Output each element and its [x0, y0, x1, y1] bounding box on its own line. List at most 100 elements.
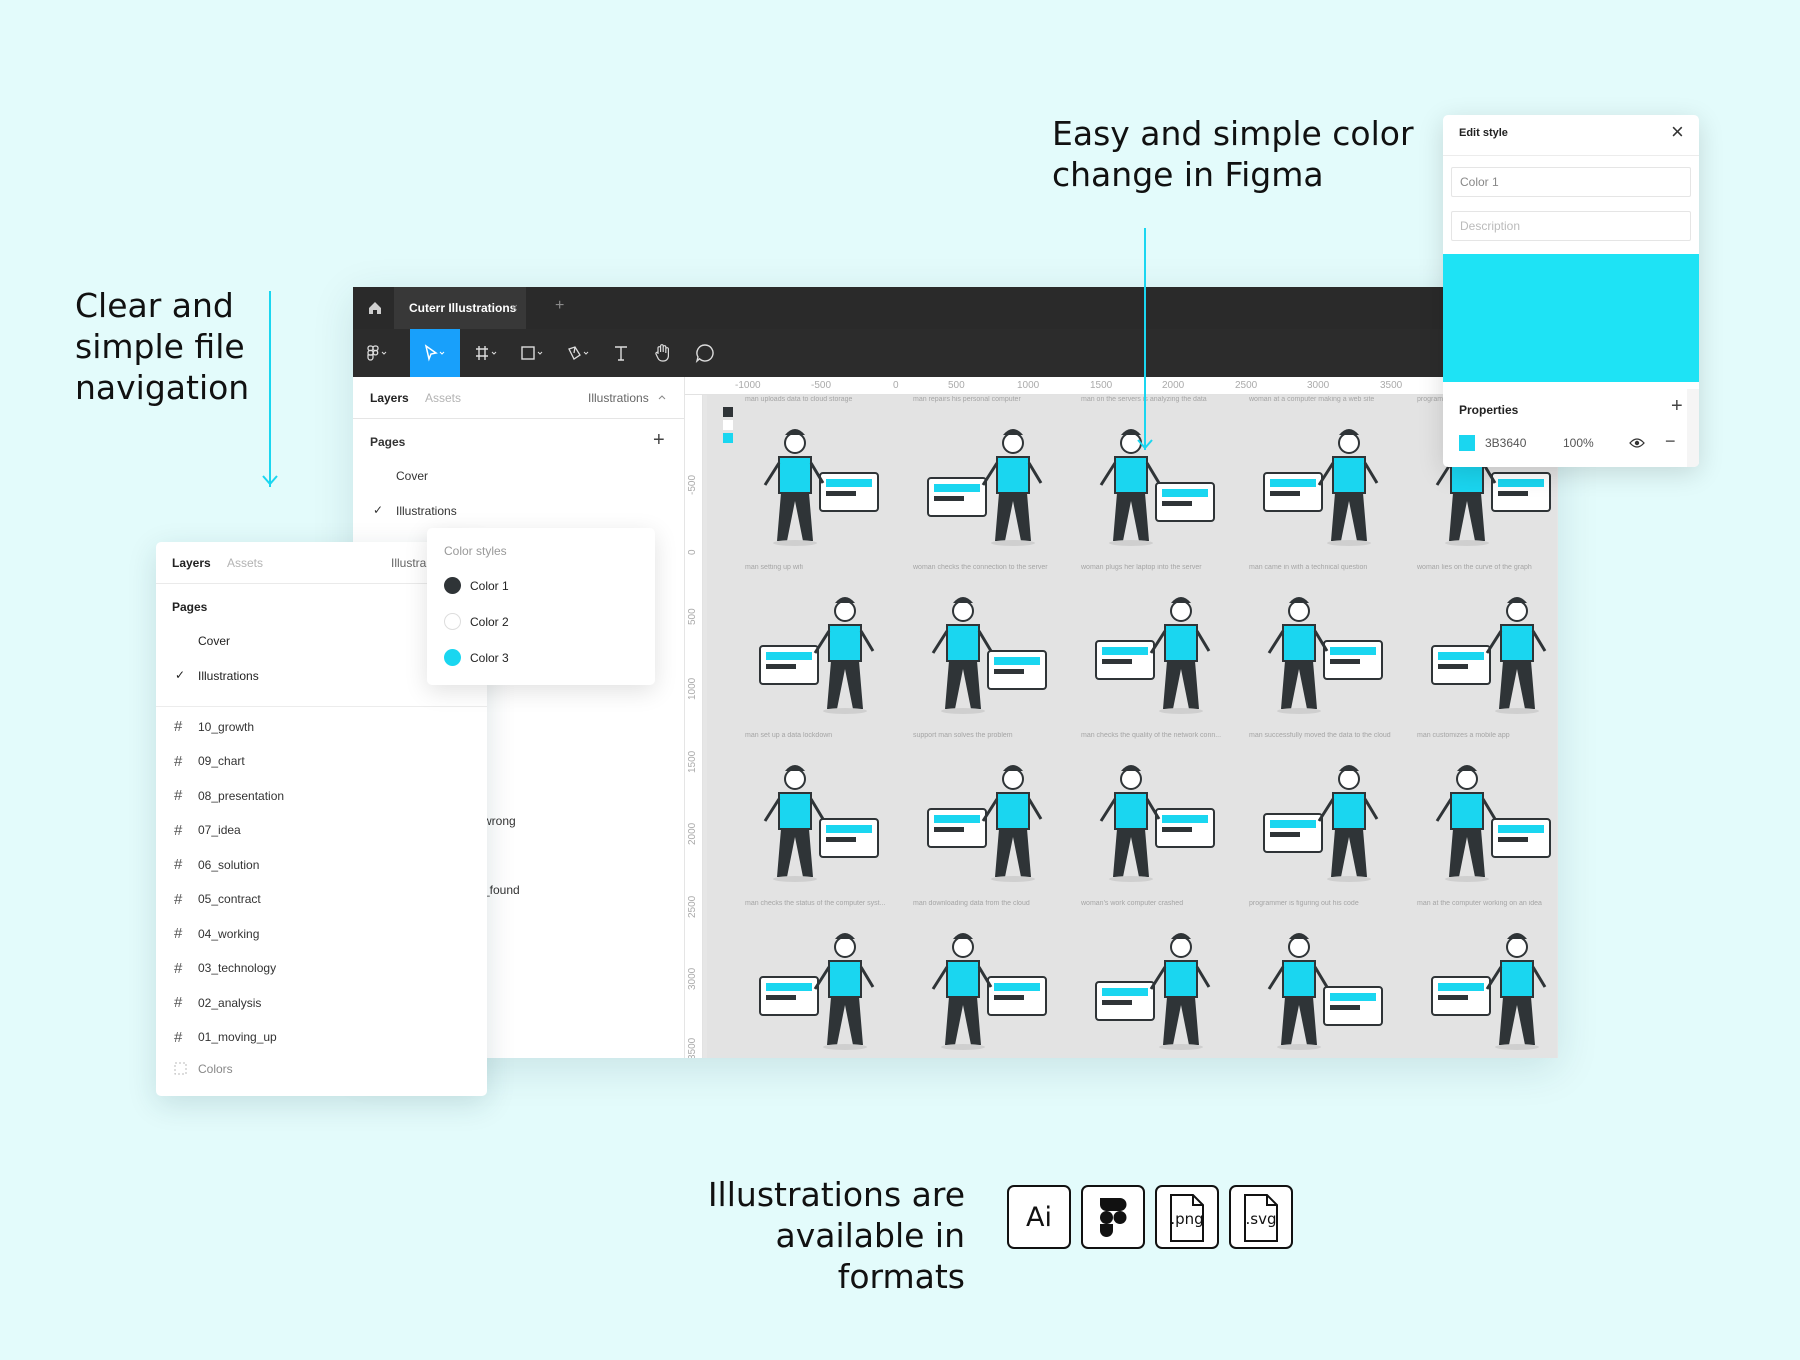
- layer-item-frame[interactable]: #08_presentation: [174, 787, 284, 804]
- layers-tab[interactable]: Layers: [172, 556, 211, 570]
- ai-format-badge: Ai: [1007, 1185, 1071, 1249]
- color-change-arrow: [1144, 228, 1146, 450]
- layer-item-frame[interactable]: #04_working: [174, 925, 259, 942]
- color-style-item[interactable]: Color 3: [444, 649, 509, 666]
- page-item-cover[interactable]: Cover: [396, 469, 428, 483]
- illustration[interactable]: [1254, 749, 1404, 889]
- illustration[interactable]: [750, 581, 900, 721]
- close-icon[interactable]: ×: [1671, 119, 1684, 145]
- page-item-cover[interactable]: Cover: [198, 634, 230, 648]
- ruler-tick: -500: [687, 474, 698, 495]
- edit-style-title: Edit style: [1459, 127, 1508, 139]
- layer-item-colors[interactable]: Colors: [174, 1062, 233, 1076]
- layer-item-found[interactable]: _found: [483, 883, 520, 897]
- page-check-icon: ✓: [175, 668, 186, 682]
- layer-item-frame[interactable]: #07_idea: [174, 822, 241, 839]
- illustration-caption: man checks the quality of the network co…: [1081, 732, 1222, 739]
- home-icon[interactable]: [367, 300, 383, 316]
- tab-close-icon[interactable]: ×: [510, 287, 518, 329]
- illustration[interactable]: [1422, 749, 1558, 889]
- layer-name: 06_solution: [198, 857, 260, 872]
- fill-swatch[interactable]: [1459, 435, 1475, 451]
- color-style-item[interactable]: Color 1: [444, 577, 509, 594]
- figma-menu-icon: [367, 345, 387, 361]
- page-item-illustrations[interactable]: Illustrations: [198, 669, 259, 683]
- fill-hex-value[interactable]: 3B3640: [1485, 436, 1526, 450]
- illustration[interactable]: [750, 749, 900, 889]
- illustration[interactable]: [1254, 413, 1404, 553]
- frame-hash-icon: #: [174, 856, 183, 873]
- illustration-caption: man on the servers is analyzing the data: [1081, 396, 1207, 403]
- illustration[interactable]: [750, 413, 900, 553]
- page-item-illustrations[interactable]: Illustrations: [396, 504, 457, 518]
- illustration-caption: man at the computer working on an idea: [1417, 900, 1542, 907]
- text-tool[interactable]: [601, 329, 641, 377]
- page-switcher[interactable]: Illustra: [391, 556, 426, 570]
- style-name-input[interactable]: Color 1: [1451, 167, 1691, 197]
- layer-name: 09_chart: [198, 754, 245, 768]
- illustration[interactable]: [1254, 581, 1404, 721]
- frame-hash-icon: #: [174, 959, 183, 977]
- pages-label: Pages: [370, 435, 406, 449]
- color-style-name: Color 2: [470, 614, 509, 629]
- layer-item-frame[interactable]: #01_moving_up: [174, 1029, 277, 1046]
- pen-icon: [568, 346, 589, 360]
- layers-tab[interactable]: Layers: [370, 391, 409, 405]
- illustration[interactable]: [918, 749, 1068, 889]
- remove-fill-button[interactable]: −: [1665, 431, 1676, 452]
- ruler-tick: 3500: [1380, 380, 1403, 391]
- illustration[interactable]: [1086, 917, 1236, 1057]
- illustration[interactable]: [1422, 917, 1558, 1057]
- navigation-heading-line-2: simple file: [75, 327, 245, 366]
- add-page-button[interactable]: +: [653, 429, 665, 452]
- layer-item-frame[interactable]: #05_contract: [174, 891, 261, 908]
- comment-tool[interactable]: [685, 329, 725, 377]
- formats-heading: Illustrations are available in formats: [640, 1174, 965, 1297]
- color-legend: [723, 407, 733, 446]
- illustration[interactable]: [750, 917, 900, 1057]
- layer-item-wrong[interactable]: wrong: [483, 814, 516, 828]
- main-menu-button[interactable]: [353, 329, 401, 377]
- page-switcher[interactable]: Illustrations: [588, 391, 649, 405]
- illustration[interactable]: [1086, 749, 1236, 889]
- eye-icon[interactable]: [1629, 437, 1645, 449]
- assets-tab[interactable]: Assets: [425, 391, 461, 405]
- illustration[interactable]: [1086, 413, 1236, 553]
- illustration[interactable]: [918, 917, 1068, 1057]
- layer-item-frame[interactable]: #06_solution: [174, 856, 259, 873]
- layer-item-frame[interactable]: #02_analysis: [174, 994, 261, 1011]
- illustration[interactable]: [1086, 581, 1236, 721]
- add-property-button[interactable]: +: [1671, 395, 1683, 418]
- ruler-tick: -1000: [735, 380, 761, 391]
- illustration[interactable]: [918, 413, 1068, 553]
- shape-tool[interactable]: [511, 329, 555, 377]
- assets-tab[interactable]: Assets: [227, 556, 263, 570]
- layer-item-frame[interactable]: #03_technology: [174, 960, 276, 977]
- ruler-tick: 1500: [1090, 380, 1113, 391]
- layer-item-frame[interactable]: #10_growth: [174, 718, 254, 735]
- pen-tool[interactable]: [557, 329, 601, 377]
- hand-tool[interactable]: [643, 329, 683, 377]
- illustrations-frame[interactable]: man uploads data to cloud storage man rep…: [707, 395, 1557, 1058]
- svg-format-badge: .svg: [1229, 1185, 1293, 1249]
- file-tab[interactable]: Cuterr Illustrations ×: [394, 287, 526, 329]
- navigation-heading: Clear and simple file navigation: [75, 285, 249, 408]
- layer-item-frame[interactable]: #09_chart: [174, 753, 245, 770]
- panel-scrollbar[interactable]: [1687, 389, 1699, 467]
- new-tab-button[interactable]: +: [555, 297, 564, 315]
- description-input[interactable]: Description: [1451, 211, 1691, 241]
- illustration[interactable]: [1254, 917, 1404, 1057]
- move-tool[interactable]: [410, 329, 460, 377]
- pages-label: Pages: [172, 600, 208, 614]
- frame-tool[interactable]: [465, 329, 509, 377]
- color-style-item[interactable]: Color 2: [444, 613, 509, 630]
- fill-opacity-value[interactable]: 100%: [1563, 436, 1594, 450]
- hand-icon: [655, 344, 669, 362]
- figma-format-badge: [1081, 1185, 1145, 1249]
- formats-heading-line-1: Illustrations are: [707, 1175, 965, 1214]
- illustration[interactable]: [918, 581, 1068, 721]
- frame-hash-icon: #: [174, 821, 183, 839]
- illustration-caption: man checks the status of the computer sy…: [745, 900, 886, 907]
- canvas[interactable]: -1000 -500 0 500 1000 1500 2000 2500 300…: [685, 377, 1558, 1058]
- illustration[interactable]: [1422, 581, 1558, 721]
